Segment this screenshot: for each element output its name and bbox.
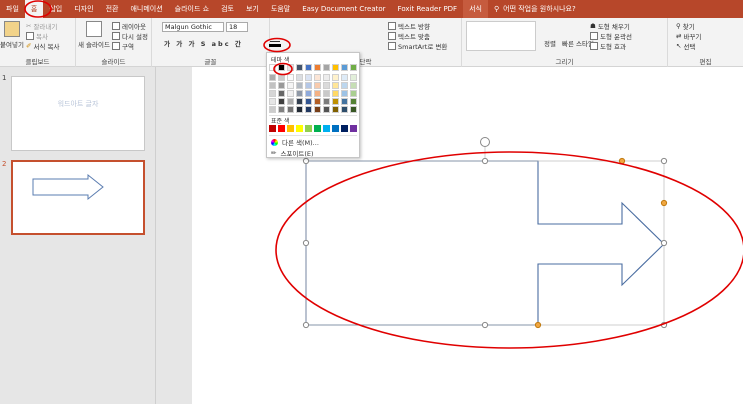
theme-color-swatch[interactable] [341, 106, 348, 113]
resize-handle-left [302, 239, 310, 247]
theme-color-swatch[interactable] [323, 82, 330, 89]
theme-color-swatch[interactable] [269, 106, 276, 113]
theme-color-swatch[interactable] [296, 106, 303, 113]
theme-color-swatch[interactable] [305, 64, 312, 71]
theme-color-swatch[interactable] [332, 64, 339, 71]
standard-color-swatch[interactable] [269, 125, 276, 132]
theme-color-swatch[interactable] [332, 74, 339, 81]
theme-color-swatch[interactable] [350, 90, 357, 97]
resize-handle-top-left [302, 157, 310, 165]
theme-color-swatch[interactable] [278, 90, 285, 97]
standard-color-swatch[interactable] [314, 125, 321, 132]
color-wheel-icon [271, 138, 278, 146]
theme-color-swatch[interactable] [287, 82, 294, 89]
theme-color-swatch[interactable] [305, 106, 312, 113]
theme-color-swatch[interactable] [341, 82, 348, 89]
theme-color-swatch[interactable] [314, 90, 321, 97]
resize-handle-right [660, 239, 668, 247]
theme-color-swatch[interactable] [269, 98, 276, 105]
theme-color-swatch[interactable] [278, 74, 285, 81]
powerpoint-window: 파일 홈 삽입 디자인 전환 애니메이션 슬라이드 쇼 검토 보기 도움말 Ea… [0, 0, 743, 404]
theme-color-swatch[interactable] [314, 82, 321, 89]
eyedropper-item[interactable]: ✏ 스포이트(E) [271, 148, 314, 158]
theme-color-swatch[interactable] [350, 74, 357, 81]
theme-color-swatch[interactable] [296, 64, 303, 71]
theme-color-swatch[interactable] [350, 106, 357, 113]
standard-color-swatch[interactable] [296, 125, 303, 132]
theme-color-swatch[interactable] [314, 64, 321, 71]
theme-color-swatch[interactable] [323, 98, 330, 105]
theme-color-swatch[interactable] [287, 98, 294, 105]
theme-color-swatch[interactable] [269, 64, 276, 71]
theme-color-swatch[interactable] [269, 90, 276, 97]
resize-handle-top-right [660, 157, 668, 165]
theme-color-swatch[interactable] [314, 74, 321, 81]
theme-color-swatch[interactable] [314, 106, 321, 113]
theme-color-swatch[interactable] [332, 98, 339, 105]
theme-color-swatch[interactable] [296, 98, 303, 105]
standard-color-swatch[interactable] [341, 125, 348, 132]
panel-divider [269, 135, 357, 136]
standard-color-swatch[interactable] [332, 125, 339, 132]
theme-color-swatch[interactable] [341, 74, 348, 81]
theme-color-swatch[interactable] [341, 64, 348, 71]
standard-color-swatch[interactable] [323, 125, 330, 132]
theme-color-swatch[interactable] [296, 74, 303, 81]
theme-color-swatch[interactable] [305, 82, 312, 89]
theme-color-swatch[interactable] [287, 64, 294, 71]
theme-color-swatch[interactable] [323, 90, 330, 97]
theme-color-swatch[interactable] [278, 64, 285, 71]
theme-colors-heading: 테마 색 [271, 57, 290, 64]
theme-color-swatch[interactable] [350, 64, 357, 71]
standard-color-swatch[interactable] [278, 125, 285, 132]
standard-color-swatch[interactable] [287, 125, 294, 132]
eyedropper-icon: ✏ [271, 149, 277, 157]
slide-drawing-layer [275, 137, 743, 349]
theme-color-swatch[interactable] [332, 106, 339, 113]
resize-handle-bottom [481, 321, 489, 329]
theme-color-swatch[interactable] [269, 74, 276, 81]
adjust-handle-shaft [534, 321, 542, 329]
theme-color-swatch[interactable] [323, 74, 330, 81]
theme-color-swatch[interactable] [332, 82, 339, 89]
theme-color-swatch[interactable] [278, 98, 285, 105]
theme-color-swatch[interactable] [341, 90, 348, 97]
theme-color-swatch[interactable] [296, 82, 303, 89]
theme-color-swatch[interactable] [305, 74, 312, 81]
right-arrow-shape [305, 160, 665, 326]
theme-color-swatch[interactable] [278, 82, 285, 89]
theme-color-swatch[interactable] [287, 74, 294, 81]
standard-color-swatch[interactable] [350, 125, 357, 132]
outline-color-dropdown: 테마 색 표준 색 다른 색(M)... ✏ 스포이트(E) [266, 52, 360, 158]
theme-color-swatch[interactable] [332, 90, 339, 97]
theme-color-swatch[interactable] [278, 106, 285, 113]
theme-color-swatch[interactable] [350, 98, 357, 105]
theme-color-swatch[interactable] [287, 90, 294, 97]
theme-color-swatch[interactable] [296, 90, 303, 97]
theme-color-swatch[interactable] [305, 90, 312, 97]
rotate-handle [480, 137, 490, 147]
theme-color-swatch[interactable] [314, 98, 321, 105]
theme-color-swatch[interactable] [323, 106, 330, 113]
theme-color-swatch[interactable] [287, 106, 294, 113]
resize-handle-top [481, 157, 489, 165]
theme-color-swatch[interactable] [341, 98, 348, 105]
standard-color-grid [269, 125, 359, 133]
resize-handle-bottom-left [302, 321, 310, 329]
theme-color-swatch[interactable] [305, 98, 312, 105]
adjust-handle-head-tip [660, 199, 668, 207]
theme-color-swatch[interactable] [323, 64, 330, 71]
more-colors-item[interactable]: 다른 색(M)... [271, 137, 319, 147]
theme-color-swatch[interactable] [350, 82, 357, 89]
standard-color-swatch[interactable] [305, 125, 312, 132]
standard-colors-heading: 표준 색 [271, 118, 290, 125]
theme-color-swatch[interactable] [269, 82, 276, 89]
